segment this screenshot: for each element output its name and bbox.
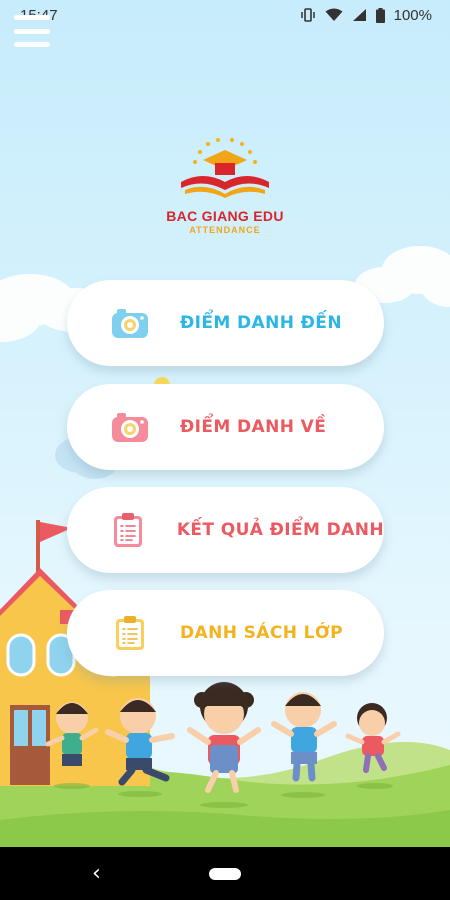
logo-emblem [181,138,269,198]
attendance-results-button[interactable]: KẾT QUẢ ĐIỂM DANH [67,487,384,573]
logo-subtitle: ATTENDANCE [189,225,261,235]
class-list-label: DANH SÁCH LỚP [180,623,344,643]
check-in-button[interactable]: ĐIỂM DANH ĐẾN [67,280,384,366]
signal-icon [352,8,367,22]
status-bar: 15:47 100% [0,0,450,30]
menu-line [14,15,50,20]
home-button[interactable] [209,867,241,880]
logo-title: BAC GIANG EDU [166,208,284,224]
clipboard-icon [110,510,147,550]
status-icons: 100% [300,7,432,24]
camera-icon [110,303,150,343]
wifi-icon [325,8,343,22]
class-list-button[interactable]: DANH SÁCH LỚP [67,590,384,676]
check-out-label: ĐIỂM DANH VỀ [180,417,327,437]
camera-icon [110,407,150,447]
menu-line [14,42,50,47]
check-out-button[interactable]: ĐIỂM DANH VỀ [67,384,384,470]
menu-line [14,28,50,34]
app-logo: BAC GIANG EDU ATTENDANCE [160,136,290,246]
vibrate-icon [300,8,316,22]
back-icon[interactable]: ‹ [92,861,101,886]
clipboard-icon [110,613,150,653]
attendance-results-label: KẾT QUẢ ĐIỂM DANH [176,520,384,540]
hamburger-menu-icon[interactable] [14,15,50,47]
system-nav-bar: ‹ [0,847,450,900]
battery-icon [375,7,385,23]
check-in-label: ĐIỂM DANH ĐẾN [180,313,342,333]
battery-level: 100% [393,6,432,24]
